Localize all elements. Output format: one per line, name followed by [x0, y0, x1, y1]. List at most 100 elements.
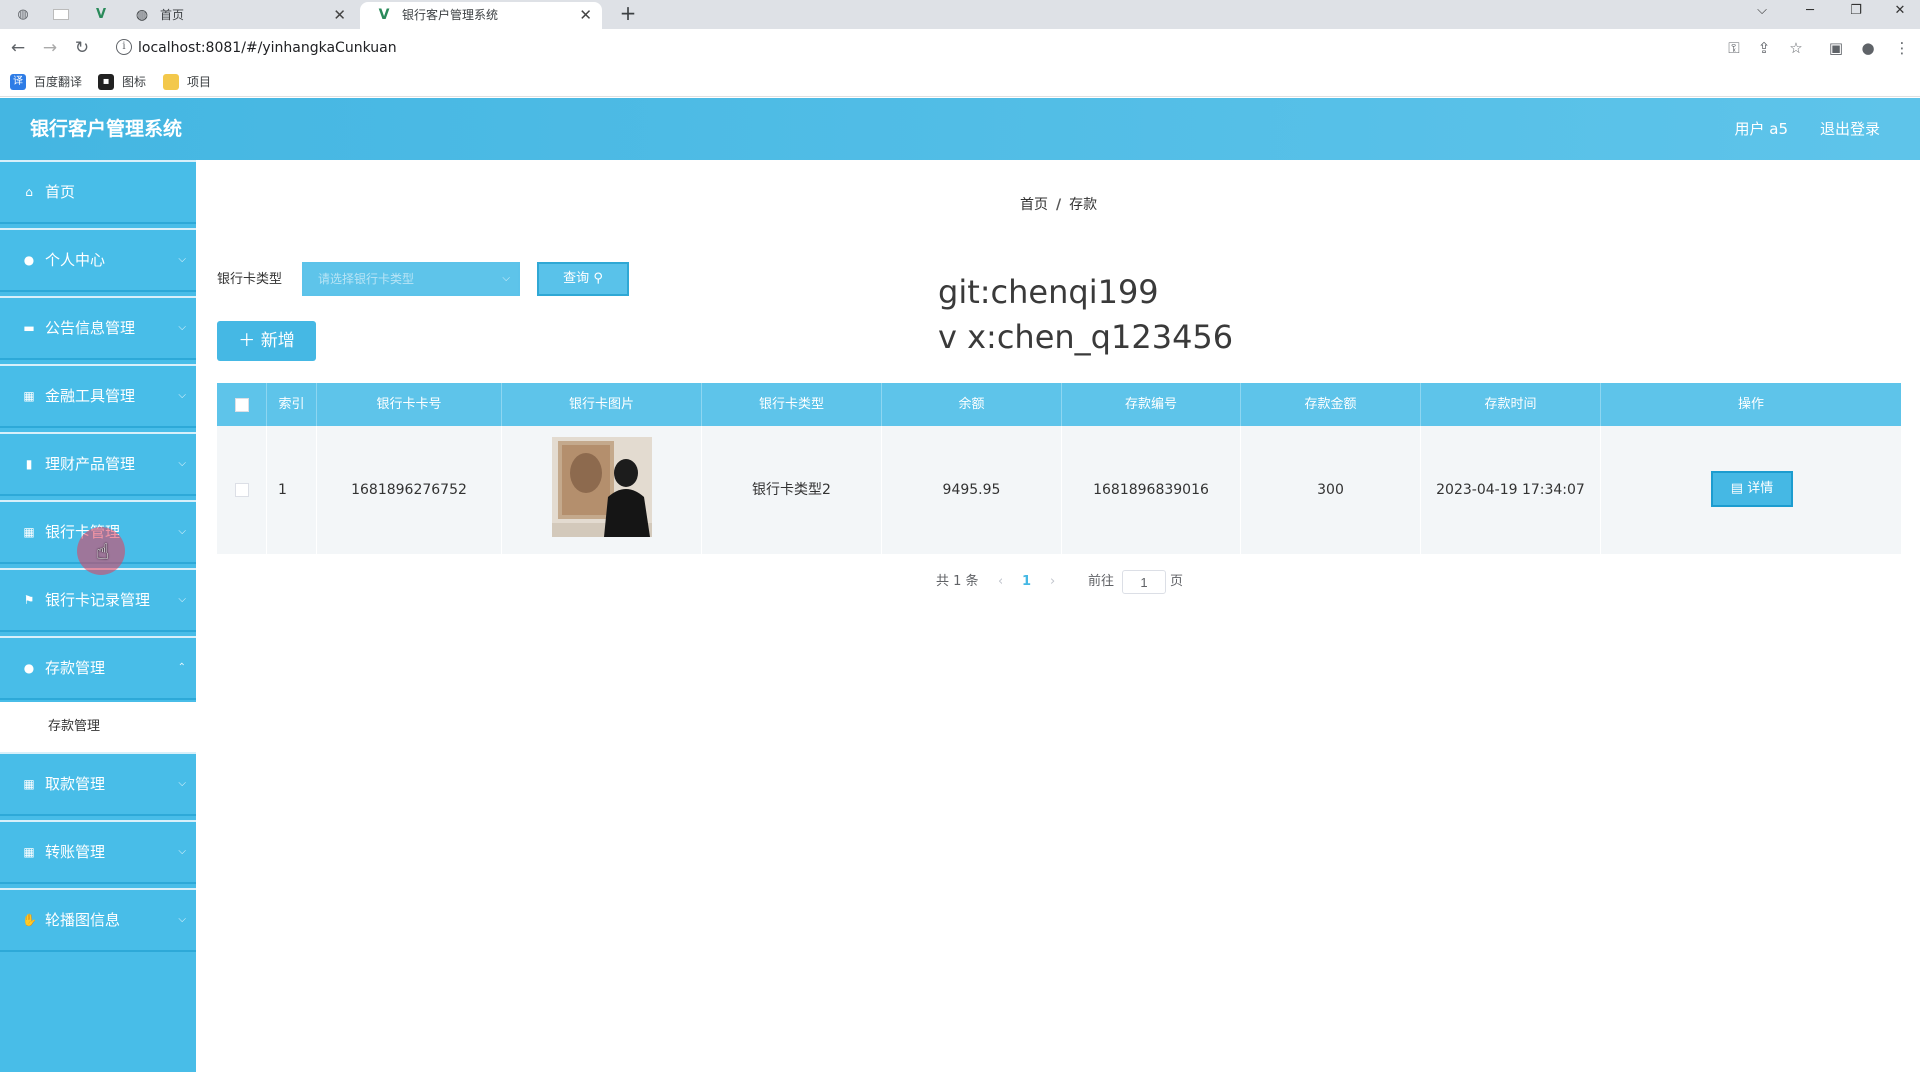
card-image[interactable] [552, 437, 652, 537]
select-placeholder: 请选择银行卡类型 [318, 272, 415, 286]
add-button[interactable]: ＋ 新增 [217, 321, 316, 361]
column-header: 存款时间 [1421, 383, 1601, 426]
bookmark-item[interactable]: 译 百度翻译 [10, 73, 82, 91]
select-all-cell [217, 383, 267, 426]
home-icon: ⌂ [25, 185, 33, 199]
close-window-icon[interactable]: ✕ [1880, 0, 1920, 22]
restore-icon[interactable]: ❐ [1836, 0, 1876, 22]
folder-icon [163, 74, 179, 90]
chart-icon: ▮ [25, 457, 33, 471]
column-header: 存款编号 [1062, 383, 1241, 426]
hand-cursor-icon: ☝ [96, 540, 110, 565]
bookmark-item[interactable]: ▪ 图标 [98, 73, 146, 91]
app-header: 银行客户管理系统 用户 a5 退出登录 [0, 98, 1920, 160]
sidebar-item-carousel[interactable]: ✋ 轮播图信息 ⌵ [0, 888, 196, 952]
sidebar-item-home[interactable]: ⌂ 首页 [0, 160, 196, 224]
plus-icon: ＋ [238, 331, 256, 351]
user-icon: ● [23, 661, 35, 675]
tab-active[interactable]: V 银行客户管理系统 ✕ [360, 2, 602, 29]
chevron-down-icon: ⌵ [178, 914, 186, 925]
key-icon[interactable]: ⚿ [1722, 36, 1746, 60]
table-row: 1 1681896276752 银行卡类型2 9495.95 168189683… [217, 426, 1901, 554]
row-checkbox[interactable] [234, 483, 249, 497]
pinned-tab[interactable] [44, 3, 78, 26]
close-icon[interactable]: ✕ [579, 2, 592, 29]
reload-icon[interactable]: ↻ [70, 36, 94, 60]
cell-card-type: 银行卡类型2 [702, 426, 882, 554]
current-user: 用户 a5 [1734, 120, 1788, 138]
goto-label: 前往 [1088, 574, 1115, 589]
back-icon[interactable]: ← [6, 36, 30, 60]
url-field[interactable]: i localhost:8081/#/yinhangkaCunkuan [108, 34, 1718, 62]
thumb-icon: ✋ [22, 913, 37, 927]
globe-icon[interactable]: ◍ [6, 3, 40, 26]
chevron-down-icon: ⌵ [178, 390, 186, 401]
sidebar-item-deposit[interactable]: ● 存款管理 ⌃ [0, 636, 196, 700]
breadcrumb-item-current: 存款 [1069, 197, 1098, 213]
image-icon: ▪ [98, 74, 114, 90]
sidebar-item-profile[interactable]: ● 个人中心 ⌵ [0, 228, 196, 292]
vue-icon: V [378, 7, 390, 23]
column-header: 存款金额 [1241, 383, 1421, 426]
sidebar-item-finance-tools[interactable]: ▦ 金融工具管理 ⌵ [0, 364, 196, 428]
address-bar: ← → ↻ i localhost:8081/#/yinhangkaCunkua… [0, 29, 1920, 67]
breadcrumb-item-home[interactable]: 首页 [1020, 197, 1048, 213]
tab-search-icon[interactable]: ⌵ [1742, 0, 1782, 22]
globe-icon: ◍ [135, 7, 149, 23]
submenu-item-deposit[interactable]: 存款管理 [48, 702, 100, 752]
column-header: 操作 [1737, 397, 1764, 412]
sidebar: ⌂ 首页 ● 个人中心 ⌵ ▬ 公告信息管理 ⌵ ▦ 金融工具管理 ⌵ ▮ 理财… [0, 160, 196, 1072]
chevron-up-icon: ⌃ [177, 662, 186, 673]
submenu: 存款管理 [0, 702, 196, 752]
forward-icon[interactable]: → [38, 36, 62, 60]
menu-icon[interactable]: ⋮ [1890, 36, 1914, 60]
sidebar-item-withdraw[interactable]: ▦ 取款管理 ⌵ [0, 752, 196, 816]
bookmark-star-icon[interactable]: ☆ [1784, 36, 1808, 60]
bookmark-item[interactable]: 项目 [163, 73, 211, 91]
detail-button[interactable]: ▤ 详情 [1711, 471, 1793, 507]
close-icon[interactable]: ✕ [333, 2, 346, 29]
logout-link[interactable]: 退出登录 [1820, 98, 1880, 160]
grid-icon: ▦ [23, 389, 35, 403]
minimize-icon[interactable]: ─ [1790, 0, 1830, 22]
chevron-down-icon: ⌵ [178, 526, 186, 537]
sidepanel-icon[interactable]: ▣ [1824, 36, 1848, 60]
vue-icon[interactable]: V [84, 3, 118, 26]
column-header: 银行卡图片 [502, 383, 702, 426]
tab-home[interactable]: ◍ 首页 ✕ [118, 2, 356, 29]
cell-actions: ▤ 详情 [1601, 426, 1901, 554]
goto-page-input[interactable] [1122, 570, 1166, 594]
query-button[interactable]: 查询 ⚲ [537, 262, 629, 296]
column-header: 余额 [882, 383, 1062, 426]
prev-page-icon[interactable]: ‹ [998, 570, 1003, 594]
sidebar-item-transfer[interactable]: ▦ 转账管理 ⌵ [0, 820, 196, 884]
row-select-cell [217, 426, 267, 554]
info-icon[interactable]: i [116, 39, 132, 55]
url-text[interactable]: localhost:8081/#/yinhangkaCunkuan [138, 34, 397, 62]
profile-icon[interactable]: ● [1856, 36, 1880, 60]
grid-icon: ▦ [23, 525, 35, 539]
search-icon: ⚲ [593, 271, 603, 286]
cell-amount: 300 [1241, 426, 1421, 554]
translate-icon: 译 [10, 74, 26, 90]
breadcrumb-separator: / [1056, 197, 1062, 213]
filter-label: 银行卡类型 [217, 272, 283, 287]
chevron-down-icon: ⌵ [178, 846, 186, 857]
user-icon: ● [23, 253, 35, 267]
tab-label: 银行客户管理系统 [402, 8, 499, 22]
next-page-icon[interactable]: › [1050, 570, 1055, 594]
sidebar-item-card-records[interactable]: ⚑ 银行卡记录管理 ⌵ [0, 568, 196, 632]
watermark: git:chenqi199 v x:chen_q123456 [938, 270, 1233, 360]
select-all-checkbox[interactable] [234, 397, 249, 412]
sidebar-item-notice[interactable]: ▬ 公告信息管理 ⌵ [0, 296, 196, 360]
new-tab-button[interactable]: + [614, 0, 642, 27]
message-icon: ▬ [23, 321, 35, 335]
sidebar-item-wealth-products[interactable]: ▮ 理财产品管理 ⌵ [0, 432, 196, 496]
app-title: 银行客户管理系统 [30, 118, 183, 140]
watermark-line: v x:chen_q123456 [938, 318, 1234, 356]
page-number-current[interactable]: 1 [1022, 570, 1031, 594]
grid-icon: ▦ [23, 845, 35, 859]
share-icon[interactable]: ⇪ [1752, 36, 1776, 60]
card-type-select[interactable]: 请选择银行卡类型 ⌵ [302, 262, 520, 296]
column-header: 银行卡类型 [702, 383, 882, 426]
